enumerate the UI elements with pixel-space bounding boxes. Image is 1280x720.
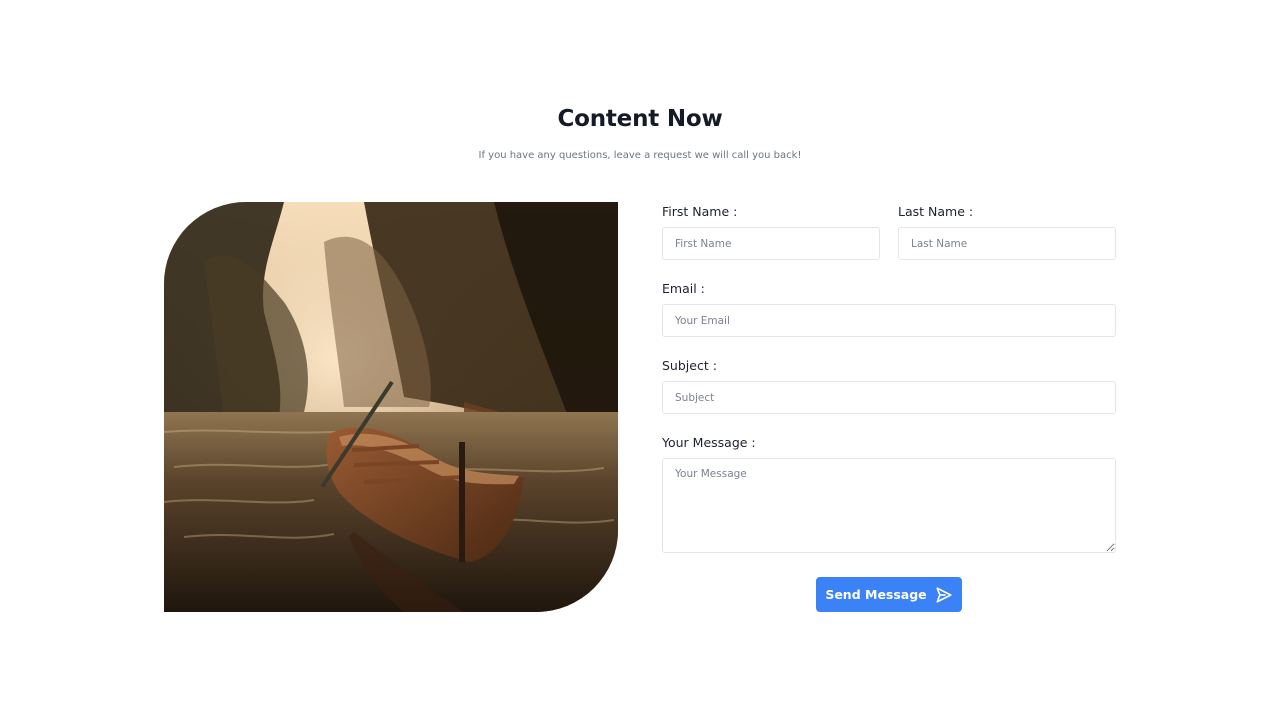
subject-input[interactable] [662,381,1116,414]
email-input[interactable] [662,304,1116,337]
first-name-label: First Name : [662,204,738,219]
page-subtitle: If you have any questions, leave a reque… [478,150,802,161]
contact-page: Content Now If you have any questions, l… [0,0,1280,720]
page-title: Content Now [557,106,723,132]
email-label: Email : [662,281,705,296]
message-textarea[interactable] [662,458,1116,553]
first-name-input[interactable] [662,227,880,260]
send-icon [935,586,953,604]
message-label: Your Message : [662,435,756,450]
last-name-label: Last Name : [898,204,974,219]
send-message-label: Send Message [825,587,927,602]
subject-label: Subject : [662,358,717,373]
boat-on-river-photo [164,202,618,612]
last-name-input[interactable] [898,227,1116,260]
send-message-button[interactable]: Send Message [816,577,962,612]
